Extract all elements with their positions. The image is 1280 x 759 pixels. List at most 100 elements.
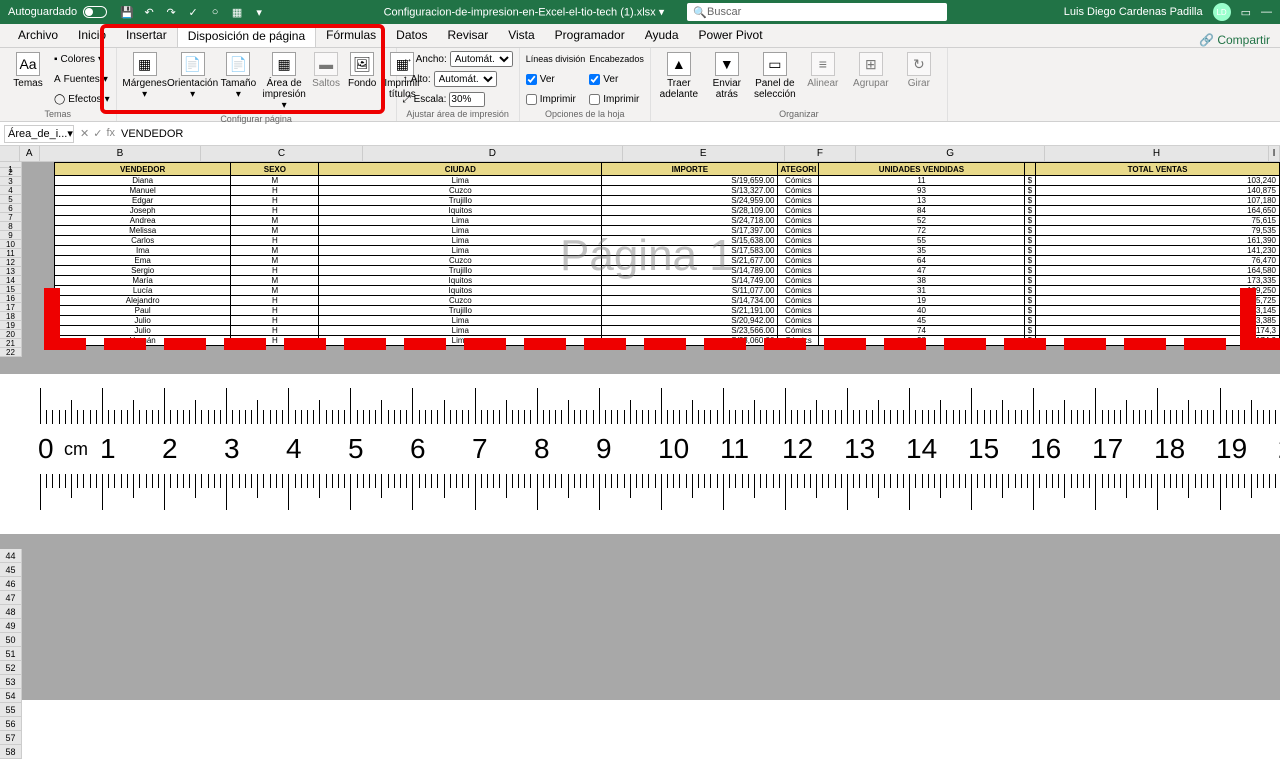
table-row[interactable]: MaríaMIquitosS/14,749.00Cómics38$173,335 — [55, 276, 1280, 286]
table-row[interactable]: LucíaMIquitosS/11,077.00Cómics31$109,250 — [55, 286, 1280, 296]
row-header[interactable]: 58 — [0, 745, 22, 759]
table-row[interactable]: ManuelHCuzcoS/13,327.00Cómics93$140,875 — [55, 186, 1280, 196]
girar-button[interactable]: ↻Girar — [897, 50, 941, 91]
col-header-H[interactable]: H — [1045, 146, 1269, 162]
row-header[interactable]: 48 — [0, 605, 22, 619]
row-header[interactable]: 11 — [0, 249, 22, 258]
row-header[interactable]: 2 — [0, 168, 22, 177]
ribbon-mode-icon[interactable]: ▭ — [1241, 6, 1251, 19]
qat-icon-2[interactable]: ○ — [207, 4, 223, 20]
row-header[interactable]: 17 — [0, 303, 22, 312]
row-header[interactable]: 14 — [0, 276, 22, 285]
col-header-C[interactable]: C — [201, 146, 363, 162]
row-header[interactable]: 49 — [0, 619, 22, 633]
row-header[interactable]: 7 — [0, 213, 22, 222]
table-row[interactable]: CarlosHLimaS/15,638.00Cómics55$161,390 — [55, 236, 1280, 246]
row-header[interactable]: 52 — [0, 661, 22, 675]
tab-datos[interactable]: Datos — [386, 24, 437, 47]
qat-dropdown-icon[interactable]: ▾ — [251, 4, 267, 20]
col-header-G[interactable]: G — [856, 146, 1044, 162]
formula-input[interactable] — [121, 128, 1276, 140]
row-header[interactable]: 5 — [0, 195, 22, 204]
row-header[interactable]: 3 — [0, 177, 22, 186]
table-row[interactable]: MelissaMLimaS/17,397.00Cómics72$79,535 — [55, 226, 1280, 236]
row-header[interactable]: 8 — [0, 222, 22, 231]
row-header[interactable]: 46 — [0, 577, 22, 591]
panel-button[interactable]: ▭Panel de selección — [753, 50, 797, 102]
col-header-D[interactable]: D — [363, 146, 623, 162]
col-header-A[interactable]: A — [20, 146, 40, 162]
alto-select[interactable]: Automát. — [434, 71, 497, 87]
row-header[interactable]: 51 — [0, 647, 22, 661]
row-header[interactable]: 16 — [0, 294, 22, 303]
data-table[interactable]: VENDEDORSEXOCIUDADIMPORTEATEGORIUNIDADES… — [54, 162, 1280, 346]
row-header[interactable]: 53 — [0, 675, 22, 689]
table-row[interactable]: JulioHLimaS/23,566.00Cómics74$174,3 — [55, 326, 1280, 336]
traer-button[interactable]: ▲Traer adelante — [657, 50, 701, 102]
row-header[interactable]: 50 — [0, 633, 22, 647]
escala-input[interactable] — [449, 92, 485, 107]
table-row[interactable]: ImaMLimaS/17,583.00Cómics35$141,230 — [55, 246, 1280, 256]
qat-icon-1[interactable]: ✓ — [185, 4, 201, 20]
enviar-button[interactable]: ▼Enviar atrás — [705, 50, 749, 102]
table-row[interactable]: EdgarHTrujilloS/24,959.00Cómics13$107,18… — [55, 196, 1280, 206]
table-row[interactable]: EmaMCuzcoS/21,677.00Cómics64$76,470 — [55, 256, 1280, 266]
row-header[interactable]: 4 — [0, 186, 22, 195]
alinear-button[interactable]: ≡Alinear — [801, 50, 845, 91]
row-header[interactable]: 21 — [0, 339, 22, 348]
col-header-E[interactable]: E — [623, 146, 785, 162]
cancel-icon[interactable]: ✕ — [80, 127, 89, 140]
ancho-select[interactable]: Automát. — [450, 51, 513, 67]
row-header[interactable]: 6 — [0, 204, 22, 213]
select-all-corner[interactable] — [0, 146, 20, 162]
temas-button[interactable]: AaTemas — [6, 50, 50, 91]
share-button[interactable]: 🔗 Compartir — [1199, 33, 1280, 47]
row-header[interactable]: 44 — [0, 549, 22, 563]
row-header[interactable]: 9 — [0, 231, 22, 240]
undo-icon[interactable]: ↶ — [141, 4, 157, 20]
user-name[interactable]: Luis Diego Cardenas Padilla — [1064, 6, 1203, 18]
imprimir-lineas-check[interactable] — [526, 94, 537, 105]
row-header[interactable]: 54 — [0, 689, 22, 703]
col-header-F[interactable]: F — [785, 146, 857, 162]
col-header-B[interactable]: B — [40, 146, 202, 162]
table-row[interactable]: AndreaMLimaS/24,718.00Cómics52$75,615 — [55, 216, 1280, 226]
row-header[interactable]: 22 — [0, 348, 22, 357]
qat-icon-3[interactable]: ▦ — [229, 4, 245, 20]
tab-archivo[interactable]: Archivo — [8, 24, 68, 47]
ver-encab-check[interactable] — [589, 74, 600, 85]
tab-vista[interactable]: Vista — [498, 24, 544, 47]
row-header[interactable]: 45 — [0, 563, 22, 577]
tab-ayuda[interactable]: Ayuda — [635, 24, 689, 47]
search-box[interactable]: 🔍 Buscar — [687, 3, 947, 21]
row-header[interactable]: 20 — [0, 330, 22, 339]
user-avatar[interactable]: LD — [1213, 3, 1231, 21]
table-row[interactable]: SergioHTrujilloS/14,789.00Cómics47$164,5… — [55, 266, 1280, 276]
table-row[interactable]: AlejandroHCuzcoS/14,734.00Cómics19$125,7… — [55, 296, 1280, 306]
row-header[interactable]: 19 — [0, 321, 22, 330]
autosave-toggle[interactable] — [83, 6, 107, 18]
enter-icon[interactable]: ✓ — [93, 127, 102, 140]
row-header[interactable]: 56 — [0, 717, 22, 731]
tab-revisar[interactable]: Revisar — [438, 24, 499, 47]
agrupar-button[interactable]: ⊞Agrupar — [849, 50, 893, 91]
row-header[interactable]: 10 — [0, 240, 22, 249]
name-box[interactable]: Área_de_i... ▾ — [4, 125, 74, 143]
redo-icon[interactable]: ↷ — [163, 4, 179, 20]
table-row[interactable]: PaulHTrujilloS/21,191.00Cómics40$173,145 — [55, 306, 1280, 316]
table-row[interactable]: JosephHIquitosS/28,109.00Cómics84$164,65… — [55, 206, 1280, 216]
col-header-I[interactable]: I — [1269, 146, 1280, 162]
tab-programador[interactable]: Programador — [545, 24, 635, 47]
row-header[interactable]: 13 — [0, 267, 22, 276]
row-header[interactable]: 15 — [0, 285, 22, 294]
fx-icon[interactable]: fx — [106, 127, 115, 140]
row-header[interactable]: 57 — [0, 731, 22, 745]
minimize-icon[interactable]: — — [1261, 6, 1272, 18]
tab-power-pivot[interactable]: Power Pivot — [689, 24, 773, 47]
table-row[interactable]: JulioHLimaS/20,942.00Cómics45$93,385 — [55, 316, 1280, 326]
row-header[interactable]: 12 — [0, 258, 22, 267]
row-header[interactable]: 55 — [0, 703, 22, 717]
row-header[interactable]: 47 — [0, 591, 22, 605]
imprimir-encab-check[interactable] — [589, 94, 600, 105]
row-header[interactable]: 18 — [0, 312, 22, 321]
